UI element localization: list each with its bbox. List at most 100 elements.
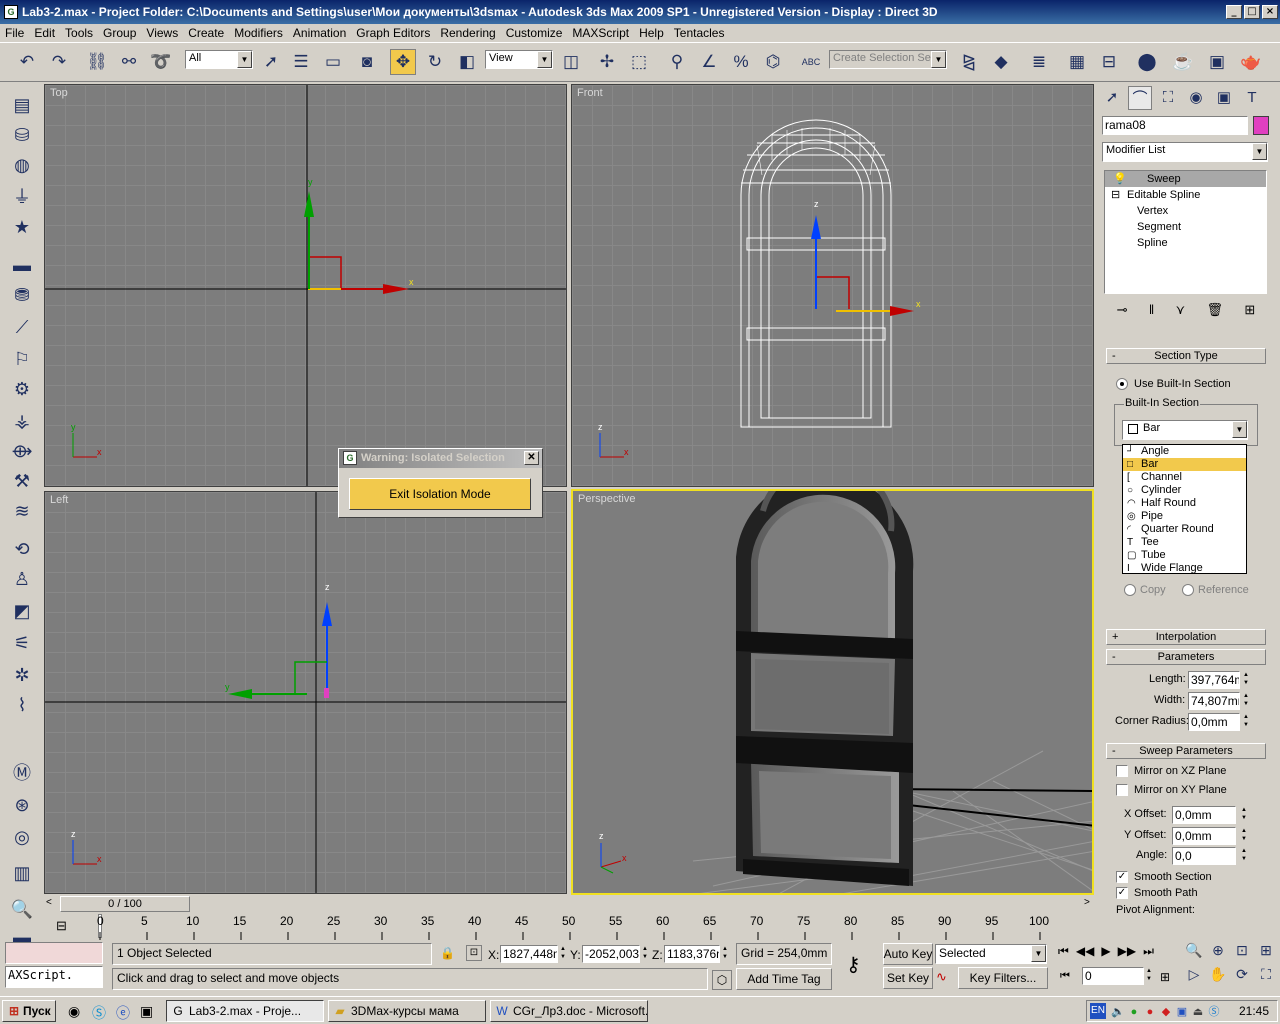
go-to-start-icon[interactable]: ⏮: [1058, 944, 1069, 962]
section-option-pipe[interactable]: ◎ Pipe: [1123, 510, 1246, 523]
copy-radio[interactable]: [1124, 584, 1136, 596]
tab-hierarchy[interactable]: ⛶: [1156, 86, 1180, 110]
menu-modifiers[interactable]: Modifiers: [229, 26, 288, 40]
menu-views[interactable]: Views: [141, 26, 183, 40]
tray-antivirus-icon[interactable]: ●: [1143, 1005, 1157, 1019]
bevel-icon[interactable]: ⟋: [9, 314, 35, 340]
go-to-end-icon[interactable]: ⏭: [1143, 944, 1154, 962]
spinner-snap-icon[interactable]: ⌬: [760, 49, 786, 75]
menu-help[interactable]: Help: [634, 26, 669, 40]
y-coord-spinner[interactable]: ▲ ▼: [641, 945, 649, 962]
patch-icon[interactable]: ▬: [9, 252, 35, 278]
named-selection-set-field[interactable]: Create Selection Set ▼: [829, 50, 947, 69]
edit-named-selection-icon[interactable]: ABC: [798, 49, 824, 75]
manipulate-icon[interactable]: ✢: [594, 49, 620, 75]
maximize-viewport-icon[interactable]: ⛶: [1254, 966, 1278, 990]
keyboard-shortcut-icon[interactable]: ⬚: [626, 49, 652, 75]
exit-isolation-mode-button[interactable]: Exit Isolation Mode: [349, 478, 531, 510]
x-coord-field[interactable]: 1827,448m: [500, 945, 558, 963]
y-offset-spinner[interactable]: ▲ ▼: [1240, 827, 1248, 844]
firefox-icon[interactable]: ◉: [68, 1003, 80, 1020]
scripts-icon[interactable]: ▥: [9, 860, 35, 886]
curve-editor-icon[interactable]: ▦: [1064, 49, 1090, 75]
section-option-cylinder[interactable]: ○ Cylinder: [1123, 484, 1246, 497]
object-color-swatch[interactable]: [1253, 116, 1269, 135]
tray-device-icon[interactable]: ▣: [1175, 1005, 1189, 1019]
time-next-icon[interactable]: >: [1084, 897, 1090, 908]
zoom-icon[interactable]: 🔍: [1182, 942, 1206, 966]
skype-icon[interactable]: Ⓢ: [92, 1003, 106, 1023]
key-icon[interactable]: ⚷: [846, 952, 861, 977]
next-frame-icon[interactable]: ▶▶: [1118, 944, 1136, 962]
menu-tools[interactable]: Tools: [60, 26, 98, 40]
tray-volume-icon[interactable]: 🔈: [1111, 1005, 1125, 1019]
close-button[interactable]: ×: [1262, 5, 1278, 19]
section-type-dropdown[interactable]: Bar ▼: [1122, 420, 1248, 440]
bend-icon[interactable]: ⟲: [9, 536, 35, 562]
menu-animation[interactable]: Animation: [288, 26, 351, 40]
section-option-wide-flange[interactable]: I Wide Flange: [1123, 562, 1246, 575]
y-offset-field[interactable]: 0,0mm: [1172, 827, 1236, 845]
corner-radius-field[interactable]: 0,0mm: [1188, 713, 1240, 731]
viewport-front[interactable]: Front z x z x: [571, 84, 1094, 487]
selection-filter-dropdown[interactable]: All ▼: [185, 50, 253, 69]
menu-graph-editors[interactable]: Graph Editors: [351, 26, 435, 40]
auto-key-button[interactable]: Auto Key: [883, 943, 933, 965]
x-coord-spinner[interactable]: ▲ ▼: [559, 945, 567, 962]
sphere-icon[interactable]: ◍: [9, 152, 35, 178]
teapot-icon[interactable]: ⛁: [9, 122, 35, 148]
start-button[interactable]: ⊞ Пуск: [2, 1000, 56, 1022]
star-icon[interactable]: ★: [9, 214, 35, 240]
maximize-button[interactable]: □: [1244, 5, 1260, 19]
mirror-icon[interactable]: ⧎: [956, 49, 982, 75]
redo-icon[interactable]: ↷: [46, 49, 72, 75]
quick-render-icon[interactable]: 🫖: [1238, 49, 1264, 75]
select-and-rotate-icon[interactable]: ↻: [422, 49, 448, 75]
tab-motion[interactable]: ◉: [1184, 86, 1208, 110]
absolute-mode-icon[interactable]: ⊡: [466, 945, 482, 961]
key-mode-dropdown[interactable]: Selected ▼: [935, 944, 1047, 964]
menu-create[interactable]: Create: [183, 26, 229, 40]
zoom-icon[interactable]: 🔍: [9, 896, 35, 922]
particle-icon[interactable]: ✲: [9, 662, 35, 688]
orbit-icon[interactable]: ⟳: [1230, 966, 1254, 990]
x-offset-field[interactable]: 0,0mm: [1172, 806, 1236, 824]
corner-radius-spinner[interactable]: ▲ ▼: [1242, 713, 1250, 730]
tab-display[interactable]: ▣: [1212, 86, 1236, 110]
time-tag-icon[interactable]: ⬡: [712, 970, 732, 990]
menu-customize[interactable]: Customize: [501, 26, 568, 40]
make-unique-icon[interactable]: ⋎: [1176, 302, 1186, 320]
cone-icon[interactable]: ⏚: [9, 184, 35, 210]
time-slider[interactable]: 0 / 100: [60, 896, 190, 912]
remove-modifier-icon[interactable]: 🗑: [1207, 302, 1224, 320]
zoom-extents-all-icon[interactable]: ⊞: [1254, 942, 1278, 966]
biped-icon[interactable]: ♙: [9, 566, 35, 592]
mirror-xz-checkbox[interactable]: [1116, 765, 1128, 777]
object-name-field[interactable]: rama08: [1102, 116, 1248, 135]
select-object-icon[interactable]: ➚: [258, 49, 284, 75]
tab-utilities[interactable]: T: [1240, 86, 1264, 110]
maxscript-listener-top[interactable]: [5, 942, 103, 964]
reference-radio[interactable]: [1182, 584, 1194, 596]
create-icon[interactable]: ▤: [9, 92, 35, 118]
maxscript-listener[interactable]: AXScript.: [5, 966, 103, 988]
key-filters-button[interactable]: Key Filters...: [958, 967, 1048, 989]
tray-skype-icon[interactable]: Ⓢ: [1207, 1005, 1221, 1019]
tray-network-icon[interactable]: ●: [1127, 1005, 1141, 1019]
track-bar[interactable]: ⊟ 0 5 10 15 20 25 30 35 40 45 50 55 60 6…: [44, 914, 1094, 940]
material-editor-icon[interactable]: ⬤: [1134, 49, 1160, 75]
angle-field[interactable]: 0,0: [1172, 847, 1236, 865]
cloth-icon[interactable]: ⚟: [9, 630, 35, 656]
bone-icon[interactable]: ⚒: [9, 468, 35, 494]
stack-item-editable-spline[interactable]: ⊟ Editable Spline: [1105, 187, 1266, 203]
show-desktop-icon[interactable]: ▣: [140, 1003, 153, 1020]
stack-item-vertex[interactable]: Vertex: [1105, 203, 1266, 219]
collapse-icon[interactable]: ⊟: [1111, 187, 1120, 203]
x-offset-spinner[interactable]: ▲ ▼: [1240, 806, 1248, 823]
z-coord-spinner[interactable]: ▲ ▼: [721, 945, 729, 962]
tray-safely-remove-icon[interactable]: ⏏: [1191, 1005, 1205, 1019]
menu-edit[interactable]: Edit: [29, 26, 60, 40]
time-config-icon[interactable]: ⊞: [1160, 970, 1170, 984]
section-option-channel[interactable]: [Channel: [1123, 471, 1246, 484]
lock-selection-icon[interactable]: 🔒: [440, 946, 455, 960]
